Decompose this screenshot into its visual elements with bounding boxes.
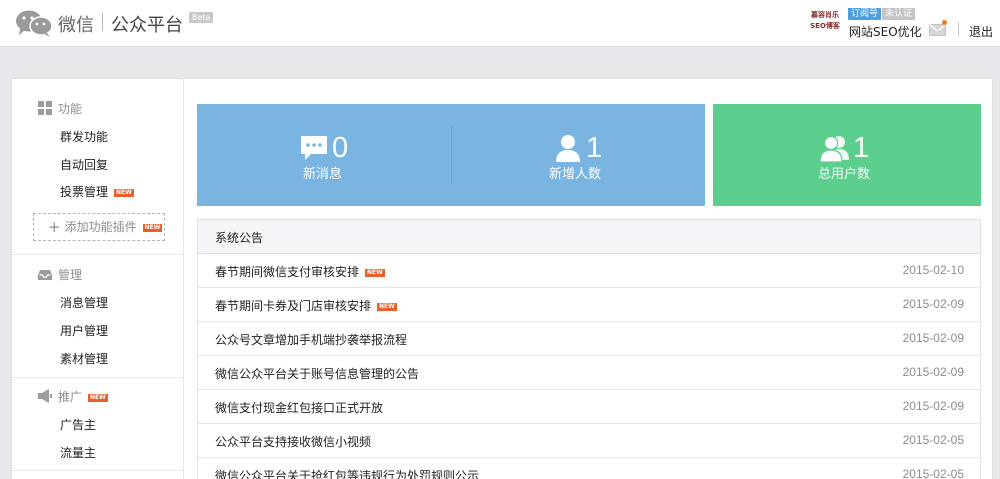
notice-item-title[interactable]: 公众平台支持接收微信小视频 xyxy=(215,433,371,450)
brand-name[interactable]: 微信 xyxy=(58,11,94,37)
stat-divider xyxy=(451,126,452,184)
notice-item-date: 2015-02-10 xyxy=(902,263,964,277)
sidebar-item-label: 自动回复 xyxy=(60,158,109,172)
account-verify-badge: 未认证 xyxy=(882,8,916,20)
sidebar-item-materials[interactable]: 素材管理 xyxy=(60,351,108,367)
notice-item[interactable]: 春节期间微信支付审核安排 NEW 2015-02-10 xyxy=(198,254,980,288)
notice-item-date: 2015-02-09 xyxy=(902,331,964,345)
wechat-logo-icon[interactable] xyxy=(14,9,54,37)
sidebar-group-label: 管理 xyxy=(58,268,83,282)
notice-item[interactable]: 公众平台支持接收微信小视频 2015-02-05 xyxy=(198,424,980,458)
stat-value: 0 xyxy=(332,132,349,164)
notice-item[interactable]: 微信支付现金红包接口正式开放 2015-02-09 xyxy=(198,390,980,424)
stat-value: 1 xyxy=(586,132,603,164)
top-header: 微信 公众平台 Beta 慕容肖乐 SEO博客 订阅号 未认证 网站SEO优化 … xyxy=(0,0,1000,47)
notice-item[interactable]: 微信公众平台关于账号信息管理的公告 2015-02-09 xyxy=(198,356,980,390)
sidebar-divider xyxy=(12,254,184,255)
header-divider xyxy=(958,22,959,37)
sidebar-item-label: 素材管理 xyxy=(60,352,109,366)
notice-item[interactable]: 公众号文章增加手机端抄袭举报流程 2015-02-09 xyxy=(198,322,980,356)
notice-item[interactable]: 微信公众平台关于抢红包等违规行为处罚规则公示 2015-02-05 xyxy=(198,458,980,479)
unread-dot xyxy=(942,20,947,25)
notice-item-title[interactable]: 微信公众平台关于抢红包等违规行为处罚规则公示 xyxy=(215,467,479,479)
notice-item-title[interactable]: 微信公众平台关于账号信息管理的公告 xyxy=(215,365,419,382)
chat-icon xyxy=(301,136,327,160)
account-logo-line2: SEO博客 xyxy=(810,22,840,30)
plus-icon: + xyxy=(48,218,61,236)
stat-label: 新消息 xyxy=(303,167,343,182)
sidebar-item-vote[interactable]: 投票管理 NEW xyxy=(60,184,134,200)
logout-link[interactable]: 退出 xyxy=(969,23,993,40)
add-plugin-button[interactable]: + 添加功能插件 NEW xyxy=(33,213,165,241)
sidebar-item-label: 广告主 xyxy=(60,418,97,432)
stat-label: 新增人数 xyxy=(549,167,602,182)
account-name[interactable]: 网站SEO优化 xyxy=(849,23,922,40)
new-badge: NEW xyxy=(142,224,163,232)
grid-icon xyxy=(38,101,52,115)
platform-name[interactable]: 公众平台 xyxy=(111,11,183,37)
sidebar-item-auto-reply[interactable]: 自动回复 xyxy=(60,157,108,173)
account-avatar[interactable]: 慕容肖乐 SEO博客 xyxy=(808,10,842,34)
sidebar-group-manage: 管理 xyxy=(38,267,82,283)
main-panel: 功能 群发功能 自动回复 投票管理 NEW + 添加功能插件 NEW 管理 消息管理 … xyxy=(11,78,993,479)
user-icon xyxy=(556,135,580,162)
notice-item-date: 2015-02-05 xyxy=(902,433,964,447)
sidebar-item-label: 消息管理 xyxy=(60,296,109,310)
mail-icon[interactable] xyxy=(929,24,946,36)
sidebar-item-advertiser[interactable]: 广告主 xyxy=(60,417,96,433)
sidebar-item-label: 投票管理 xyxy=(60,185,109,199)
notice-item-date: 2015-02-09 xyxy=(902,365,964,379)
stat-value: 1 xyxy=(853,132,870,164)
add-plugin-label: 添加功能插件 xyxy=(64,220,137,234)
new-badge: NEW xyxy=(377,303,397,311)
sidebar-item-label: 用户管理 xyxy=(60,324,109,338)
new-badge: NEW xyxy=(88,394,108,402)
stat-label: 总用户数 xyxy=(818,167,871,182)
stats-card-blue: 0 新消息 1 新增人数 xyxy=(197,104,705,206)
inbox-icon xyxy=(38,270,52,280)
sidebar-item-users[interactable]: 用户管理 xyxy=(60,323,108,339)
stats-card-green: 1 总用户数 xyxy=(713,104,981,206)
sidebar-divider xyxy=(12,470,184,471)
notice-panel: 系统公告 春节期间微信支付审核安排 NEW 2015-02-10 春节期间卡券及门… xyxy=(197,219,981,479)
sidebar-item-label: 群发功能 xyxy=(60,130,109,144)
account-logo-line1: 慕容肖乐 xyxy=(811,11,839,19)
sidebar-item-messages[interactable]: 消息管理 xyxy=(60,295,108,311)
sidebar-divider xyxy=(12,377,184,378)
beta-badge: Beta xyxy=(189,12,214,23)
notice-title: 系统公告 xyxy=(215,231,264,245)
notice-item-date: 2015-02-09 xyxy=(902,399,964,413)
sidebar-group-label: 推广 xyxy=(58,390,83,404)
notice-item-title[interactable]: 春节期间卡券及门店审核安排 xyxy=(215,299,371,313)
notice-item-date: 2015-02-05 xyxy=(902,467,964,479)
megaphone-icon xyxy=(38,389,52,403)
account-type-badge: 订阅号 xyxy=(848,8,882,20)
notice-item-title[interactable]: 公众号文章增加手机端抄袭举报流程 xyxy=(215,331,407,348)
notice-item-title[interactable]: 微信支付现金红包接口正式开放 xyxy=(215,399,383,416)
new-badge: NEW xyxy=(365,269,385,277)
sidebar-item-label: 流量主 xyxy=(60,446,97,460)
notice-header: 系统公告 xyxy=(198,220,980,254)
users-icon xyxy=(820,135,849,163)
sidebar: 功能 群发功能 自动回复 投票管理 NEW + 添加功能插件 NEW 管理 消息管理 … xyxy=(12,79,184,479)
sidebar-group-function: 功能 xyxy=(38,101,82,117)
sidebar-group-label: 功能 xyxy=(58,102,83,116)
new-badge: NEW xyxy=(114,189,134,197)
notice-item-date: 2015-02-09 xyxy=(902,297,964,311)
notice-item[interactable]: 春节期间卡券及门店审核安排 NEW 2015-02-09 xyxy=(198,288,980,322)
notice-item-title[interactable]: 春节期间微信支付审核安排 xyxy=(215,265,359,279)
sidebar-group-promotion: 推广 NEW xyxy=(38,389,108,405)
sidebar-item-mass-send[interactable]: 群发功能 xyxy=(60,129,108,145)
brand-divider xyxy=(102,13,103,31)
sidebar-item-publisher[interactable]: 流量主 xyxy=(60,445,96,461)
